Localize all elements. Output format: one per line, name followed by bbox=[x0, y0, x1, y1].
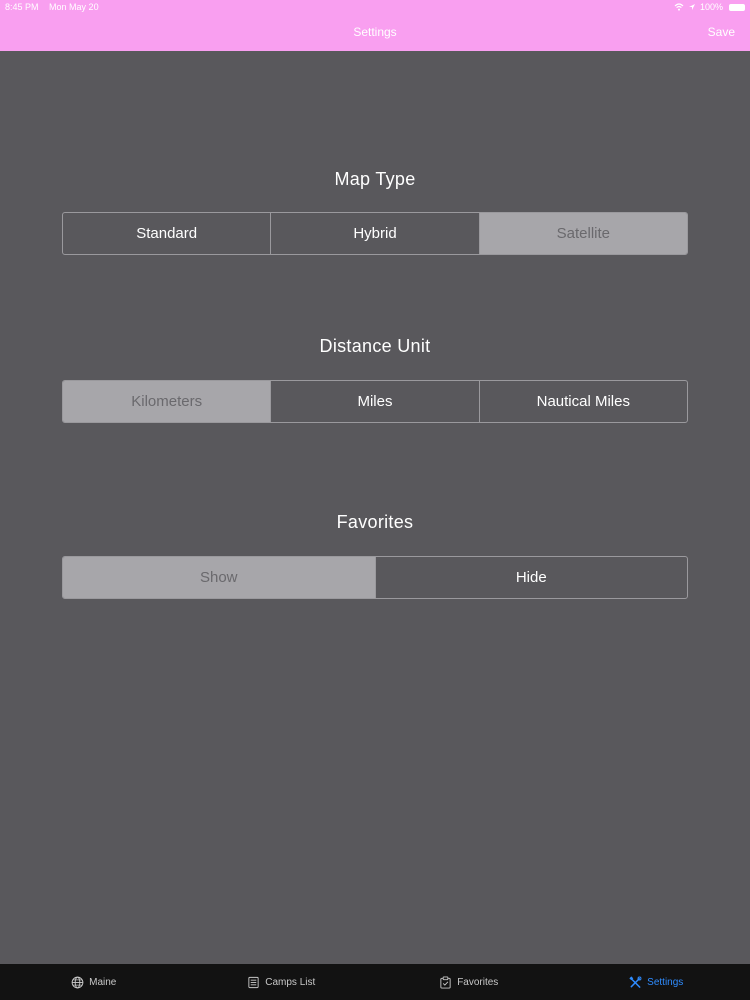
tab-maine-label: Maine bbox=[89, 976, 117, 988]
tab-settings[interactable]: Settings bbox=[563, 964, 750, 1000]
save-button[interactable]: Save bbox=[708, 25, 735, 39]
list-icon bbox=[248, 976, 259, 988]
globe-icon bbox=[71, 976, 84, 988]
map-type-title: Map Type bbox=[334, 169, 416, 189]
map-type-segmented-control: Standard Hybrid Satellite bbox=[62, 212, 688, 255]
status-bar-left: 8:45 PM Mon May 20 bbox=[5, 2, 107, 12]
favorites-show-option[interactable]: Show bbox=[63, 557, 375, 598]
tab-camps-list[interactable]: Camps List bbox=[188, 964, 376, 1000]
battery-percent: 100% bbox=[699, 2, 723, 12]
wifi-icon bbox=[674, 3, 684, 11]
tools-icon bbox=[629, 975, 642, 988]
status-bar-right: 100% bbox=[674, 2, 745, 12]
map-type-hybrid-option[interactable]: Hybrid bbox=[270, 213, 478, 254]
tab-favorites-label: Favorites bbox=[457, 976, 499, 988]
tab-favorites[interactable]: Favorites bbox=[375, 964, 563, 1000]
distance-unit-segmented-control: Kilometers Miles Nautical Miles bbox=[62, 380, 688, 423]
clipboard-icon bbox=[440, 975, 451, 989]
map-type-satellite-option[interactable]: Satellite bbox=[478, 213, 687, 254]
distance-unit-kilometers-option[interactable]: Kilometers bbox=[63, 381, 271, 422]
tab-camps-list-label: Camps List bbox=[265, 976, 316, 988]
tab-settings-label: Settings bbox=[647, 976, 684, 988]
status-time: 8:45 PM bbox=[5, 2, 39, 12]
page-title: Settings bbox=[353, 25, 397, 39]
favorites-title: Favorites bbox=[336, 512, 414, 532]
distance-unit-title: Distance Unit bbox=[319, 336, 431, 356]
distance-unit-nautical-miles-option[interactable]: Nautical Miles bbox=[478, 381, 687, 422]
favorites-hide-option[interactable]: Hide bbox=[374, 557, 688, 598]
status-date: Mon May 20 bbox=[49, 2, 99, 12]
tab-bar: Maine Camps List Favorites Settings bbox=[0, 964, 750, 1000]
favorites-segmented-control: Show Hide bbox=[62, 556, 688, 599]
location-arrow-icon bbox=[688, 4, 695, 10]
top-bar: 8:45 PM Mon May 20 100% Settings Save bbox=[0, 0, 750, 51]
map-type-standard-option[interactable]: Standard bbox=[63, 213, 270, 254]
distance-unit-miles-option[interactable]: Miles bbox=[270, 381, 478, 422]
battery-icon bbox=[729, 3, 745, 11]
tab-maine[interactable]: Maine bbox=[0, 964, 188, 1000]
